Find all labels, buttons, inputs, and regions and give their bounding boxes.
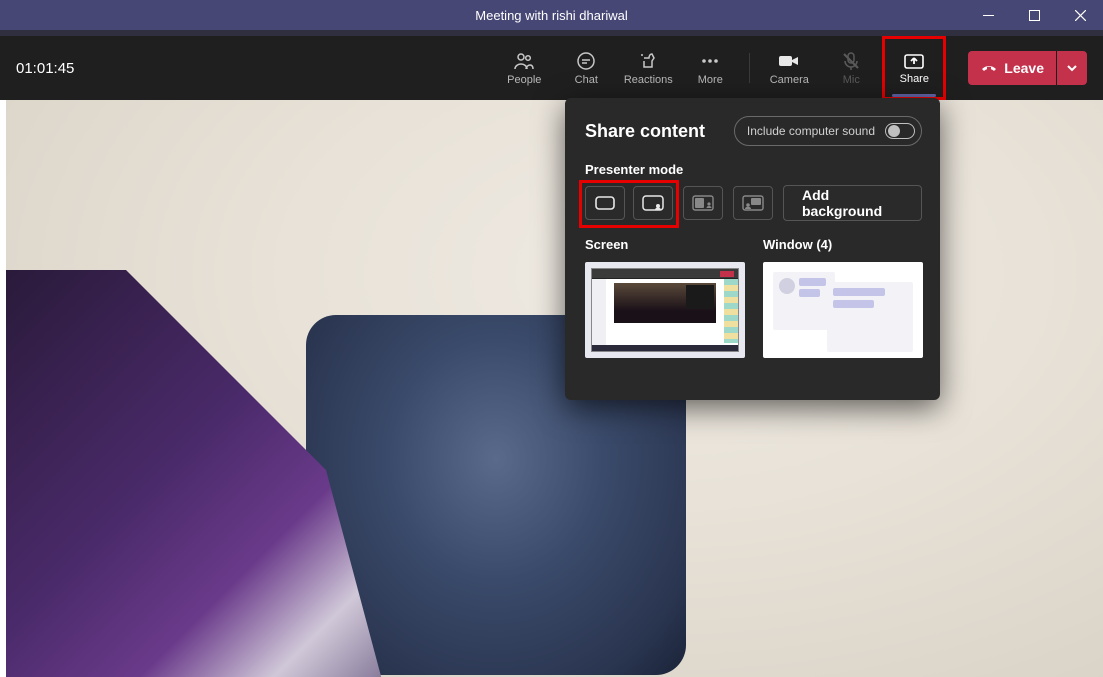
- more-label: More: [698, 74, 723, 86]
- screen-section-label: Screen: [585, 237, 745, 252]
- include-sound-toggle[interactable]: Include computer sound: [734, 116, 922, 146]
- chat-icon: [576, 50, 596, 72]
- more-button[interactable]: More: [681, 41, 739, 95]
- mic-button[interactable]: Mic: [822, 41, 880, 95]
- add-background-button[interactable]: Add background: [783, 185, 922, 221]
- camera-label: Camera: [770, 74, 809, 86]
- window-maximize-button[interactable]: [1011, 0, 1057, 30]
- share-content-panel: Share content Include computer sound Pre…: [565, 98, 940, 400]
- chat-button[interactable]: Chat: [557, 41, 615, 95]
- camera-button[interactable]: Camera: [760, 41, 818, 95]
- meeting-toolbar: 01:01:45 People Chat: [0, 36, 1103, 100]
- meeting-timer: 01:01:45: [16, 60, 74, 77]
- people-button[interactable]: People: [495, 41, 553, 95]
- mic-label: Mic: [843, 74, 860, 86]
- window-minimize-button[interactable]: [965, 0, 1011, 30]
- window-section-label: Window (4): [763, 237, 923, 252]
- hangup-icon: [980, 59, 998, 77]
- chevron-down-icon: [1066, 62, 1078, 74]
- people-label: People: [507, 74, 541, 86]
- toggle-switch-icon: [885, 123, 915, 139]
- window-card-icon: [773, 272, 835, 330]
- add-background-label: Add background: [802, 187, 903, 219]
- toolbar-separator: [749, 53, 750, 83]
- share-active-underline: [892, 94, 936, 97]
- leave-more-button[interactable]: [1057, 51, 1087, 85]
- annotation-presenter-mode-highlight: [579, 180, 679, 228]
- annotation-share-highlight: [882, 36, 946, 100]
- share-screen-thumbnail[interactable]: [585, 262, 745, 358]
- titlebar: Meeting with rishi dhariwal: [0, 0, 1103, 30]
- include-sound-label: Include computer sound: [747, 124, 875, 138]
- window-close-button[interactable]: [1057, 0, 1103, 30]
- presenter-mode-side-by-side[interactable]: [683, 186, 723, 220]
- share-window-thumbnail[interactable]: [763, 262, 923, 358]
- people-icon: [513, 50, 535, 72]
- presenter-mode-reporter[interactable]: [733, 186, 773, 220]
- leave-label: Leave: [1004, 60, 1044, 76]
- camera-icon: [778, 50, 800, 72]
- window-card-icon: [827, 282, 913, 352]
- screen-thumbnail-preview: [591, 268, 738, 352]
- reactions-button[interactable]: Reactions: [619, 41, 677, 95]
- more-icon: [700, 50, 720, 72]
- chat-label: Chat: [575, 74, 598, 86]
- reactions-icon: [638, 50, 658, 72]
- presenter-mode-label: Presenter mode: [585, 162, 922, 177]
- leave-button[interactable]: Leave: [968, 51, 1056, 85]
- reactions-label: Reactions: [624, 74, 673, 86]
- window-title: Meeting with rishi dhariwal: [475, 8, 627, 23]
- mic-muted-icon: [841, 50, 861, 72]
- share-panel-title: Share content: [585, 121, 705, 142]
